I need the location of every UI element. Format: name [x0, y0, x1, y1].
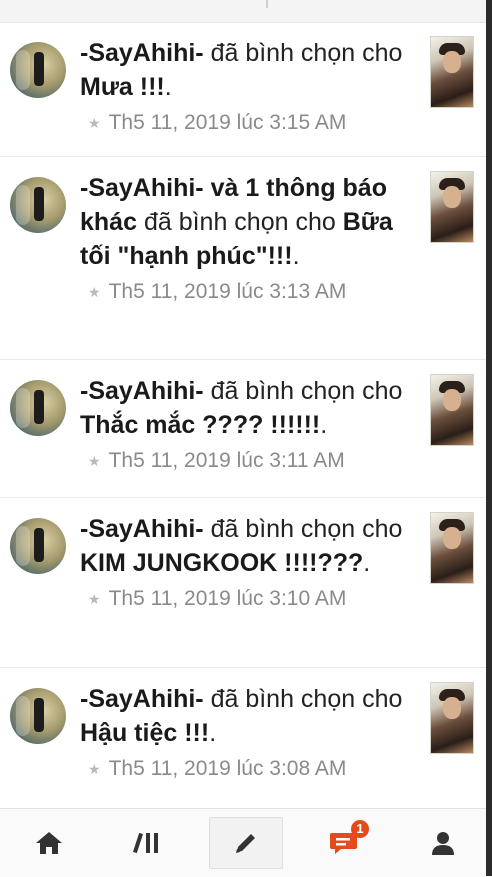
notification-meta: ★ Th5 11, 2019 lúc 3:11 AM — [88, 446, 492, 476]
nav-profile-button[interactable] — [407, 818, 479, 868]
notification-time: Th5 11, 2019 lúc 3:10 AM — [108, 587, 347, 610]
profile-icon — [432, 832, 454, 855]
nav-notifications-button[interactable]: 1 — [309, 818, 381, 868]
notification-item[interactable]: -SayAhihi- đã bình chọn cho Hậu tiệc !!!… — [0, 668, 492, 807]
notification-action: đã bình chọn cho — [210, 685, 403, 713]
nav-write-button[interactable] — [209, 817, 283, 869]
notification-item[interactable]: -SayAhihi- đã bình chọn cho Mưa !!!. ★ T… — [0, 22, 492, 157]
story-cover-thumbnail[interactable] — [430, 512, 474, 584]
star-icon: ★ — [88, 591, 101, 607]
notification-meta: ★ Th5 11, 2019 lúc 3:10 AM — [88, 584, 492, 614]
notification-meta: ★ Th5 11, 2019 lúc 3:13 AM — [88, 277, 492, 307]
notification-text: -SayAhihi- đã bình chọn cho Mưa !!!. — [80, 39, 403, 101]
notification-action: đã bình chọn cho — [143, 208, 336, 236]
pencil-icon — [236, 834, 255, 853]
bottom-navigation: 1 — [0, 808, 492, 877]
user-avatar[interactable] — [10, 42, 66, 98]
notification-story-title[interactable]: Mưa !!! — [80, 73, 165, 101]
notification-time: Th5 11, 2019 lúc 3:13 AM — [108, 280, 347, 303]
notification-item[interactable]: -SayAhihi- và 1 thông báo khác đã bình c… — [0, 157, 492, 360]
notification-story-title[interactable]: Hậu tiệc !!! — [80, 719, 209, 747]
story-cover-thumbnail[interactable] — [430, 36, 474, 108]
notification-story-title[interactable]: KIM JUNGKOOK !!!!??? — [80, 549, 363, 577]
nav-home-button[interactable] — [13, 818, 85, 868]
user-avatar[interactable] — [10, 688, 66, 744]
notification-item[interactable]: -SayAhihi- đã bình chọn cho KIM JUNGKOOK… — [0, 498, 492, 668]
library-icon — [133, 832, 158, 854]
story-cover-thumbnail[interactable] — [430, 374, 474, 446]
notification-action: đã bình chọn cho — [210, 377, 403, 405]
star-icon: ★ — [88, 284, 101, 300]
notification-username[interactable]: -SayAhihi- — [80, 39, 204, 67]
notification-time: Th5 11, 2019 lúc 3:15 AM — [108, 111, 347, 134]
notification-list: -SayAhihi- đã bình chọn cho Mưa !!!. ★ T… — [0, 22, 492, 807]
nav-library-button[interactable] — [111, 818, 183, 868]
notification-text: -SayAhihi- và 1 thông báo khác đã bình c… — [80, 174, 393, 270]
notification-username[interactable]: -SayAhihi- — [80, 685, 204, 713]
notification-username[interactable]: -SayAhihi- — [80, 174, 204, 202]
notification-username[interactable]: -SayAhihi- — [80, 515, 204, 543]
star-icon: ★ — [88, 761, 101, 777]
notification-time: Th5 11, 2019 lúc 3:11 AM — [108, 449, 345, 472]
top-strip — [0, 0, 492, 23]
notification-story-title[interactable]: Thắc mắc ???? !!!!!! — [80, 411, 320, 439]
user-avatar[interactable] — [10, 518, 66, 574]
notification-time: Th5 11, 2019 lúc 3:08 AM — [108, 757, 347, 780]
notification-count-badge: 1 — [351, 820, 369, 838]
notification-text: -SayAhihi- đã bình chọn cho Thắc mắc ???… — [80, 377, 403, 439]
notification-action: đã bình chọn cho — [210, 39, 403, 67]
star-icon: ★ — [88, 115, 101, 131]
notification-item[interactable]: -SayAhihi- đã bình chọn cho Thắc mắc ???… — [0, 360, 492, 498]
notification-username[interactable]: -SayAhihi- — [80, 377, 204, 405]
screen-edge — [486, 0, 492, 876]
notification-text: -SayAhihi- đã bình chọn cho Hậu tiệc !!!… — [80, 685, 403, 747]
story-cover-thumbnail[interactable] — [430, 171, 474, 243]
user-avatar[interactable] — [10, 380, 66, 436]
notification-meta: ★ Th5 11, 2019 lúc 3:08 AM — [88, 754, 492, 784]
notification-text: -SayAhihi- đã bình chọn cho KIM JUNGKOOK… — [80, 515, 403, 577]
star-icon: ★ — [88, 453, 101, 469]
notification-action: đã bình chọn cho — [210, 515, 403, 543]
story-cover-thumbnail[interactable] — [430, 682, 474, 754]
notification-meta: ★ Th5 11, 2019 lúc 3:15 AM — [88, 108, 492, 138]
user-avatar[interactable] — [10, 177, 66, 233]
home-icon — [36, 832, 62, 854]
top-divider — [266, 0, 268, 8]
